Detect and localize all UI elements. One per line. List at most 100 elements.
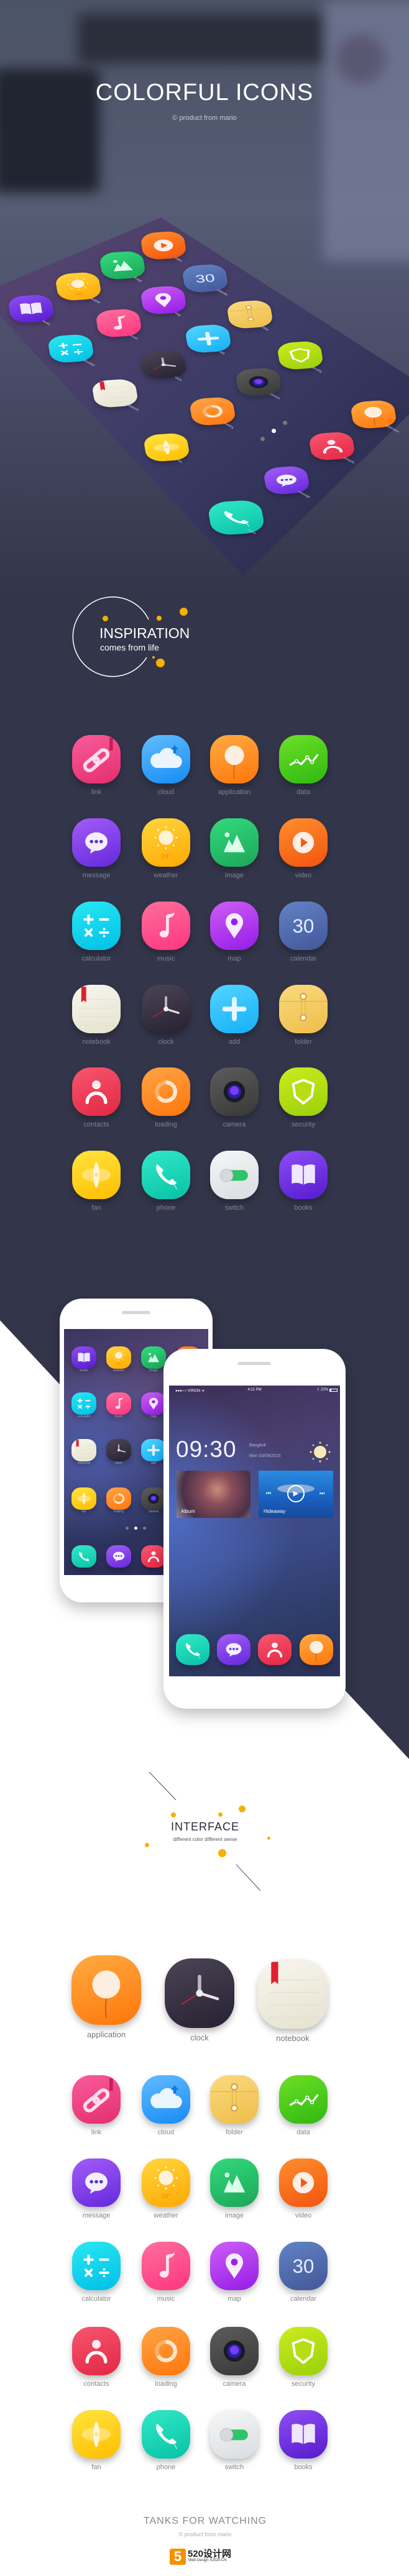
weather-app-icon[interactable]: 24°: [142, 2158, 190, 2207]
books-app-icon[interactable]: [7, 294, 55, 324]
cloud-app-icon[interactable]: [142, 735, 190, 783]
application-app-icon[interactable]: [349, 400, 398, 429]
notebook-app-icon[interactable]: [91, 378, 139, 408]
message-icon: [113, 1551, 125, 1562]
map-app-icon[interactable]: [141, 1392, 166, 1415]
add-app-icon[interactable]: [210, 985, 259, 1033]
page-dot-active[interactable]: [134, 1527, 137, 1530]
contacts-app-icon[interactable]: [72, 1067, 121, 1116]
folder-app-icon[interactable]: [279, 985, 328, 1033]
books-app-icon[interactable]: [279, 1151, 328, 1199]
camera-app-icon[interactable]: [141, 1487, 166, 1510]
message-app-icon[interactable]: [72, 2158, 121, 2207]
video-app-icon[interactable]: [279, 818, 328, 867]
map-app-icon[interactable]: [210, 902, 259, 950]
calendar-app-icon[interactable]: 30: [279, 2242, 328, 2290]
message-app-icon[interactable]: [262, 465, 311, 495]
loading-app-icon[interactable]: [142, 2327, 190, 2375]
phone-app-icon[interactable]: [176, 1634, 209, 1665]
notebook-app-icon[interactable]: [71, 1439, 96, 1461]
folder-app-icon[interactable]: [210, 2075, 259, 2124]
switch-app-icon[interactable]: [210, 2410, 259, 2459]
camera-icon: [223, 2340, 246, 2362]
security-app-icon[interactable]: [276, 340, 324, 370]
weather-app-icon[interactable]: 24°: [142, 818, 190, 867]
image-app-icon[interactable]: [141, 1346, 166, 1369]
camera-app-icon[interactable]: [234, 367, 283, 397]
image-app-icon[interactable]: [210, 818, 259, 867]
fan-app-icon[interactable]: [71, 1487, 96, 1510]
next-track-icon[interactable]: ⏭: [319, 1490, 324, 1497]
clock-app-icon[interactable]: [165, 1958, 234, 2028]
album-card[interactable]: Album: [177, 1471, 250, 1518]
music-app-icon[interactable]: [94, 308, 143, 338]
switch-app-icon[interactable]: [210, 1151, 259, 1199]
camera-app-icon[interactable]: [210, 2327, 259, 2375]
weather-app-icon[interactable]: 24°: [54, 272, 103, 301]
loading-app-icon[interactable]: [188, 396, 237, 426]
prev-track-icon[interactable]: ⏮: [266, 1490, 271, 1497]
contacts-app-icon[interactable]: [72, 2327, 121, 2375]
data-app-icon[interactable]: [279, 735, 328, 783]
books-app-icon[interactable]: [71, 1346, 96, 1369]
phone-app-icon[interactable]: [142, 2410, 190, 2459]
books-app-icon[interactable]: [279, 2410, 328, 2459]
message-app-icon[interactable]: [106, 1545, 131, 1568]
phone-app-icon[interactable]: [142, 1151, 190, 1199]
music-card[interactable]: ⏮ ▶ ⏭ Hideaway: [259, 1471, 333, 1518]
calculator-app-icon[interactable]: [72, 902, 121, 950]
data-app-icon[interactable]: [279, 2075, 328, 2124]
phone-app-icon[interactable]: [206, 499, 266, 536]
clock-app-icon[interactable]: [106, 1439, 131, 1461]
security-icon: [289, 348, 310, 363]
cloud-app-icon[interactable]: [142, 2075, 190, 2124]
link-app-icon[interactable]: [72, 735, 121, 783]
image-app-icon[interactable]: [98, 250, 147, 280]
application-app-icon[interactable]: [300, 1634, 333, 1665]
link-app-icon[interactable]: [72, 2075, 121, 2124]
music-app-icon[interactable]: [142, 902, 190, 950]
message-app-icon[interactable]: [217, 1634, 250, 1665]
contacts-app-icon[interactable]: [308, 431, 356, 461]
fan-icon: [154, 440, 180, 455]
fan-app-icon[interactable]: [142, 432, 191, 462]
loading-app-icon[interactable]: [106, 1487, 131, 1510]
phone-app-icon[interactable]: [71, 1545, 96, 1568]
contacts-app-icon[interactable]: [141, 1545, 166, 1568]
image-app-icon[interactable]: [210, 2158, 259, 2207]
camera-app-icon[interactable]: [210, 1067, 259, 1116]
clock-app-icon[interactable]: [139, 350, 188, 380]
calendar-app-icon[interactable]: 30: [279, 902, 328, 950]
map-app-icon[interactable]: [139, 285, 188, 315]
icon-label: notebook: [276, 2034, 310, 2043]
weather-app-icon[interactable]: 24°: [106, 1346, 131, 1369]
map-app-icon[interactable]: [210, 2242, 259, 2290]
page-dot[interactable]: [126, 1527, 129, 1530]
notebook-app-icon[interactable]: [258, 1959, 328, 2029]
security-app-icon[interactable]: [279, 2327, 328, 2375]
security-app-icon[interactable]: [279, 1067, 328, 1116]
calendar-app-icon[interactable]: 30: [181, 263, 229, 293]
application-app-icon[interactable]: [71, 1955, 141, 2025]
clock-app-icon[interactable]: [142, 985, 190, 1033]
calculator-app-icon[interactable]: [71, 1392, 96, 1415]
play-icon[interactable]: ▶: [287, 1485, 305, 1502]
calculator-app-icon[interactable]: [72, 2242, 121, 2290]
message-app-icon[interactable]: [72, 818, 121, 867]
page-dot[interactable]: [143, 1527, 146, 1530]
video-app-icon[interactable]: [279, 2158, 328, 2207]
music-app-icon[interactable]: [106, 1392, 131, 1415]
fan-app-icon[interactable]: [72, 1151, 121, 1199]
add-app-icon[interactable]: [184, 324, 232, 354]
video-app-icon[interactable]: [139, 231, 188, 260]
folder-app-icon[interactable]: [226, 299, 274, 329]
notebook-app-icon[interactable]: [72, 985, 121, 1033]
application-app-icon[interactable]: [210, 735, 259, 783]
music-app-icon[interactable]: [142, 2242, 190, 2290]
contacts-app-icon[interactable]: [258, 1634, 292, 1665]
calculator-app-icon[interactable]: [47, 334, 95, 363]
camera-icon: [148, 1494, 159, 1504]
add-app-icon[interactable]: [141, 1439, 166, 1461]
fan-app-icon[interactable]: [72, 2410, 121, 2459]
loading-app-icon[interactable]: [142, 1067, 190, 1116]
